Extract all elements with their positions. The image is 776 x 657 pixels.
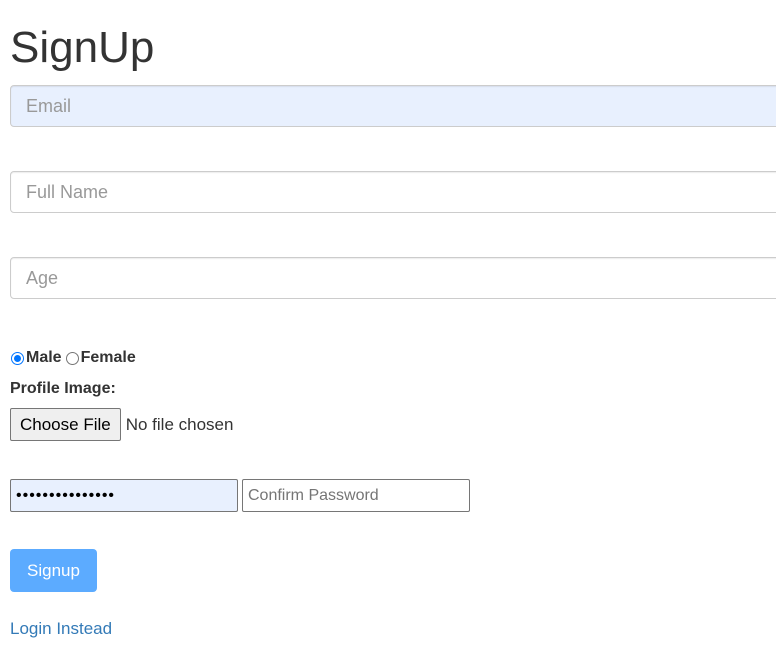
full-name-field[interactable]	[10, 171, 776, 213]
file-status: No file chosen	[125, 414, 234, 434]
male-radio[interactable]	[11, 351, 24, 365]
email-field[interactable]	[10, 85, 776, 127]
profile-image-label: Profile Image:	[10, 380, 116, 397]
signup-button[interactable]: Signup	[10, 549, 97, 592]
page-title: SignUp	[10, 23, 155, 72]
choose-file-button[interactable]: Choose File	[10, 408, 121, 441]
female-label: Female	[80, 349, 136, 366]
login-instead-link[interactable]: Login Instead	[10, 619, 112, 639]
password-field[interactable]	[10, 479, 238, 512]
female-radio[interactable]	[65, 351, 79, 365]
age-field[interactable]	[10, 257, 776, 299]
profile-image-picker: Choose File No file chosen	[10, 408, 233, 441]
signup-page: SignUp Male Female Profile Image: Choose…	[0, 0, 776, 657]
male-label: Male	[26, 349, 62, 366]
confirm-password-field[interactable]	[242, 479, 470, 512]
gender-radio-group: Male Female	[10, 346, 136, 370]
